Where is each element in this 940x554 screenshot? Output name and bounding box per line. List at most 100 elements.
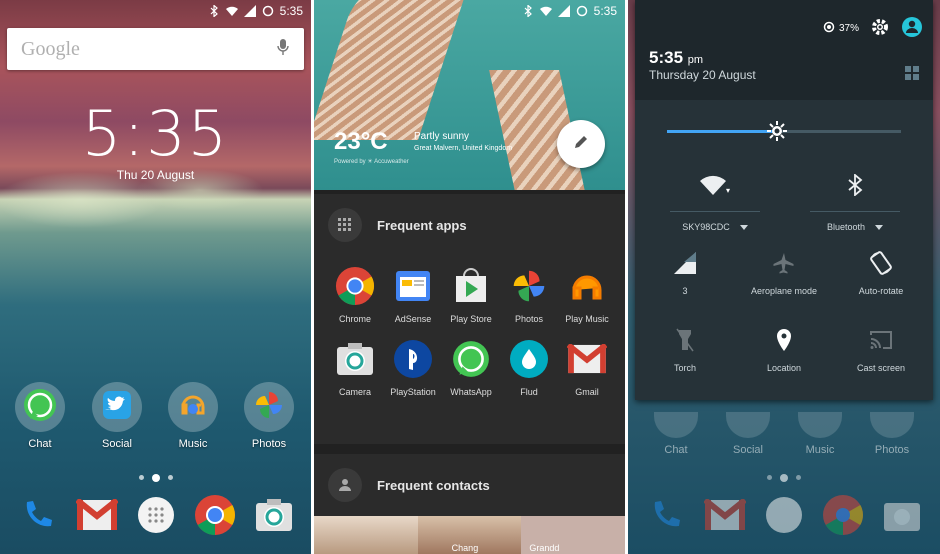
app-label: Photos [251, 438, 287, 450]
wifi-icon: ▾ [665, 172, 765, 198]
tile-bluetooth[interactable]: Bluetooth [805, 172, 905, 232]
airplane-icon [734, 250, 834, 276]
edit-tiles-icon[interactable] [905, 66, 919, 85]
play-store-icon [451, 266, 491, 306]
app-music: Music [798, 412, 842, 456]
photos-icon [252, 388, 286, 427]
weather-header: 5:35 23°C Partly sunny Great Malvern, Un… [314, 0, 625, 190]
drawer-body: Frequent apps Chrome AdSense Play Store … [314, 190, 625, 554]
app-chrome[interactable]: Chrome [326, 266, 384, 325]
section-title: Frequent apps [377, 217, 467, 233]
gear-icon[interactable] [871, 18, 889, 39]
google-search-bar[interactable]: Google [7, 28, 304, 70]
weather-widget[interactable]: 23°C Partly sunny Great Malvern, United … [334, 128, 512, 165]
weather-condition: Partly sunny [414, 131, 470, 142]
hotseat-dimmed [628, 492, 940, 538]
play-music-icon [567, 266, 607, 306]
qs-header: 37% 5:35 pm Thursday 20 August [635, 0, 933, 100]
tile-cast[interactable]: Cast screen [831, 327, 931, 373]
contact-name: Grandd [529, 543, 560, 553]
app-label: Chat [28, 438, 52, 450]
signal-icon [243, 5, 256, 17]
mic-icon[interactable] [276, 38, 290, 61]
tile-mobile-data[interactable]: 3 [635, 250, 735, 296]
quick-settings-screen: 37% 5:35 pm Thursday 20 August ▾ SKY98CD… [628, 0, 940, 554]
contact-photo[interactable]: Chang [417, 516, 522, 554]
tile-auto-rotate[interactable]: Auto-rotate [831, 250, 931, 296]
gmail-icon[interactable] [74, 492, 120, 538]
app-drawer-icon[interactable] [133, 492, 179, 538]
chrome-icon[interactable] [192, 492, 238, 538]
app-photos[interactable]: Photos [242, 382, 296, 450]
tile-label: Torch [673, 363, 696, 373]
app-label: Play Music [565, 314, 609, 324]
battery-percent: 37% [838, 23, 859, 34]
temperature: 23°C [334, 128, 388, 155]
contact-name: Chang [451, 543, 479, 553]
wifi-icon [225, 5, 238, 17]
clock-widget[interactable]: 5:35 [0, 97, 311, 170]
app-label: Play Store [450, 314, 492, 324]
tile-label: Cast screen [856, 363, 906, 373]
status-time: 5:35 [279, 4, 303, 18]
app-adsense[interactable]: AdSense [384, 266, 442, 325]
brightness-icon[interactable] [766, 120, 788, 142]
tile-label: Location [766, 363, 802, 373]
home-screen: 5:35 Google 5:35 Thu 20 August Chat Soci… [0, 0, 311, 554]
rotate-icon [831, 250, 931, 276]
weather-location: Great Malvern, United Kingdom [414, 145, 513, 152]
tile-wifi[interactable]: ▾ SKY98CDC [665, 172, 765, 232]
bluetooth-icon [805, 172, 905, 198]
camera-icon [879, 492, 925, 538]
camera-icon[interactable] [251, 492, 297, 538]
app-label: Gmail [575, 387, 599, 397]
app-camera[interactable]: Camera [326, 339, 384, 398]
section-title: Frequent contacts [377, 477, 490, 493]
battery-icon [262, 5, 274, 17]
bluetooth-icon [208, 5, 220, 17]
contact-photo[interactable]: Grandd [521, 516, 625, 554]
app-label: Photos [514, 314, 544, 324]
app-label: Flud [520, 387, 538, 397]
brightness-fill [667, 130, 777, 133]
app-play-music[interactable]: Play Music [558, 266, 616, 325]
tile-label: 3 [682, 286, 688, 296]
app-whatsapp[interactable]: WhatsApp [442, 339, 500, 398]
app-playstation[interactable]: PlayStation [384, 339, 442, 398]
app-label: AdSense [394, 314, 432, 324]
music-folder-icon [175, 387, 211, 428]
app-social[interactable]: Social [90, 382, 144, 450]
brightness-slider[interactable] [667, 121, 901, 141]
tile-aeroplane[interactable]: Aeroplane mode [734, 250, 834, 296]
app-gmail[interactable]: Gmail [558, 339, 616, 398]
dimmed-app-row: Chat Social Music Photos [628, 412, 940, 456]
tile-torch[interactable]: Torch [635, 327, 735, 373]
qs-date: Thursday 20 August [649, 68, 756, 82]
twitter-icon [99, 387, 135, 428]
status-time: 5:35 [593, 4, 617, 18]
apps-grid: Chrome AdSense Play Store Photos Play Mu… [314, 256, 625, 398]
app-label: Music [178, 438, 208, 450]
tile-label: Bluetooth [826, 222, 866, 232]
camera-icon [335, 339, 375, 379]
whatsapp-icon [451, 339, 491, 379]
app-play-store[interactable]: Play Store [442, 266, 500, 325]
cast-icon [831, 327, 931, 353]
app-chat: Chat [654, 412, 698, 456]
user-avatar-icon[interactable] [901, 16, 923, 41]
gmail-icon [567, 339, 607, 379]
signal-icon [557, 5, 570, 17]
edit-button[interactable] [557, 120, 605, 168]
app-music[interactable]: Music [166, 382, 220, 450]
app-label: WhatsApp [450, 387, 492, 397]
chrome-icon [820, 492, 866, 538]
google-logo: Google [21, 37, 80, 60]
phone-icon[interactable] [15, 492, 61, 538]
app-flud[interactable]: Flud [500, 339, 558, 398]
app-chat[interactable]: Chat [13, 382, 67, 450]
app-photos[interactable]: Photos [500, 266, 558, 325]
contact-photo[interactable] [314, 516, 418, 554]
app-photos: Photos [870, 412, 914, 456]
tile-location[interactable]: Location [734, 327, 834, 373]
battery-icon [823, 21, 835, 36]
